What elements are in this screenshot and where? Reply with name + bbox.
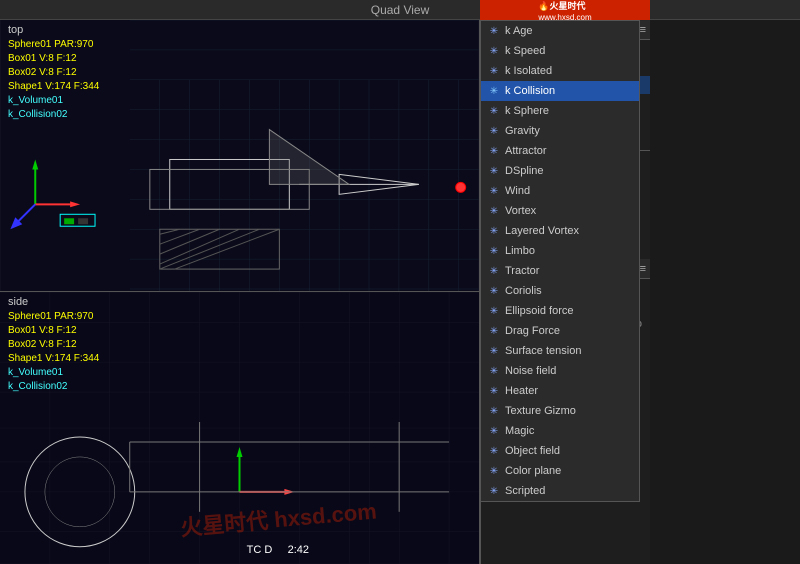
layered-vortex-icon: ✳ xyxy=(487,224,501,238)
tractor-icon: ✳ xyxy=(487,264,501,278)
object-field-icon: ✳ xyxy=(487,444,501,458)
props-list-icon[interactable]: ≡ xyxy=(640,263,646,275)
viewport-top-label: top xyxy=(8,24,23,36)
menu-item-vortex-label: Vortex xyxy=(505,205,536,217)
menu-item-heater[interactable]: ✳ Heater xyxy=(481,381,639,401)
menu-item-scripted[interactable]: ✳ Scripted xyxy=(481,481,639,501)
menu-item-k-collision-label: k Collision xyxy=(505,85,555,97)
quad-view-title: Quad View xyxy=(371,3,429,17)
brand-bar: 🔥火星时代www.hxsd.com xyxy=(480,0,650,20)
menu-item-k-speed[interactable]: ✳ k Speed xyxy=(481,41,639,61)
menu-item-limbo-label: Limbo xyxy=(505,245,535,257)
wind-icon: ✳ xyxy=(487,184,501,198)
k-isolated-icon: ✳ xyxy=(487,64,501,78)
brand-label: 🔥火星时代www.hxsd.com xyxy=(538,0,591,22)
menu-item-layered-vortex-label: Layered Vortex xyxy=(505,225,579,237)
menu-item-wind[interactable]: ✳ Wind xyxy=(481,181,639,201)
tc-display: TC D 2:42 xyxy=(247,544,309,556)
menu-item-coriolis[interactable]: ✳ Coriolis xyxy=(481,281,639,301)
menu-item-wind-label: Wind xyxy=(505,185,530,197)
menu-item-texture-gizmo[interactable]: ✳ Texture Gizmo xyxy=(481,401,639,421)
menu-item-layered-vortex[interactable]: ✳ Layered Vortex xyxy=(481,221,639,241)
coriolis-icon: ✳ xyxy=(487,284,501,298)
surface-tension-icon: ✳ xyxy=(487,344,501,358)
menu-item-color-plane-label: Color plane xyxy=(505,465,561,477)
k-sphere-icon: ✳ xyxy=(487,104,501,118)
menu-item-dspline-label: DSpline xyxy=(505,165,544,177)
k-collision-icon: ✳ xyxy=(487,84,501,98)
scripted-icon: ✳ xyxy=(487,484,501,498)
color-plane-icon: ✳ xyxy=(487,464,501,478)
menu-item-scripted-label: Scripted xyxy=(505,485,545,497)
menu-item-k-speed-label: k Speed xyxy=(505,45,545,57)
dropdown-menu: ✳ k Age ✳ k Speed ✳ k Isolated ✳ k Colli… xyxy=(480,20,640,502)
menu-item-noise-field[interactable]: ✳ Noise field xyxy=(481,361,639,381)
menu-item-drag-force[interactable]: ✳ Drag Force xyxy=(481,321,639,341)
dspline-icon: ✳ xyxy=(487,164,501,178)
menu-item-gravity-label: Gravity xyxy=(505,125,540,137)
attractor-icon: ✳ xyxy=(487,144,501,158)
menu-item-k-sphere-label: k Sphere xyxy=(505,105,549,117)
texture-gizmo-icon: ✳ xyxy=(487,404,501,418)
vb-info-6: k_Collision02 xyxy=(8,380,99,394)
menu-item-attractor[interactable]: ✳ Attractor xyxy=(481,141,639,161)
menu-item-k-age-label: k Age xyxy=(505,25,533,37)
menu-item-tractor[interactable]: ✳ Tractor xyxy=(481,261,639,281)
vt-info-1: Sphere01 PAR:970 xyxy=(8,38,99,52)
vb-info-3: Box02 V:8 F:12 xyxy=(8,338,99,352)
menu-item-k-collision[interactable]: ✳ k Collision xyxy=(481,81,639,101)
magic-icon: ✳ xyxy=(487,424,501,438)
menu-item-k-age[interactable]: ✳ k Age xyxy=(481,21,639,41)
vb-info-5: k_Volume01 xyxy=(8,366,99,380)
menu-item-drag-force-label: Drag Force xyxy=(505,325,560,337)
vt-info-3: Box02 V:8 F:12 xyxy=(8,66,99,80)
vortex-icon: ✳ xyxy=(487,204,501,218)
menu-item-attractor-label: Attractor xyxy=(505,145,547,157)
drag-force-icon: ✳ xyxy=(487,324,501,338)
vb-info-2: Box01 V:8 F:12 xyxy=(8,324,99,338)
limbo-icon: ✳ xyxy=(487,244,501,258)
k-speed-icon: ✳ xyxy=(487,44,501,58)
k-age-icon: ✳ xyxy=(487,24,501,38)
vt-info-5: k_Volume01 xyxy=(8,94,99,108)
menu-item-heater-label: Heater xyxy=(505,385,538,397)
menu-item-k-isolated-label: k Isolated xyxy=(505,65,552,77)
viewport-bottom-label: side xyxy=(8,296,28,308)
menu-item-object-field[interactable]: ✳ Object field xyxy=(481,441,639,461)
menu-item-noise-field-label: Noise field xyxy=(505,365,556,377)
menu-item-object-field-label: Object field xyxy=(505,445,560,457)
vt-info-4: Shape1 V:174 F:344 xyxy=(8,80,99,94)
vt-info-6: k_Collision02 xyxy=(8,108,99,122)
vb-info-4: Shape1 V:174 F:344 xyxy=(8,352,99,366)
menu-item-k-isolated[interactable]: ✳ k Isolated xyxy=(481,61,639,81)
menu-item-k-sphere[interactable]: ✳ k Sphere xyxy=(481,101,639,121)
vb-info-1: Sphere01 PAR:970 xyxy=(8,310,99,324)
ellipsoid-force-icon: ✳ xyxy=(487,304,501,318)
menu-item-vortex[interactable]: ✳ Vortex xyxy=(481,201,639,221)
menu-item-magic[interactable]: ✳ Magic xyxy=(481,421,639,441)
menu-item-texture-gizmo-label: Texture Gizmo xyxy=(505,405,576,417)
menu-item-surface-tension[interactable]: ✳ Surface tension xyxy=(481,341,639,361)
viewport-top-info: Sphere01 PAR:970 Box01 V:8 F:12 Box02 V:… xyxy=(8,38,99,122)
menu-item-limbo[interactable]: ✳ Limbo xyxy=(481,241,639,261)
menu-item-dspline[interactable]: ✳ DSpline xyxy=(481,161,639,181)
menu-item-ellipsoid-force-label: Ellipsoid force xyxy=(505,305,573,317)
top-bar: Quad View _ × xyxy=(0,0,800,20)
menu-item-surface-tension-label: Surface tension xyxy=(505,345,581,357)
viewport-bottom-info: Sphere01 PAR:970 Box01 V:8 F:12 Box02 V:… xyxy=(8,310,99,394)
heater-icon: ✳ xyxy=(487,384,501,398)
menu-item-color-plane[interactable]: ✳ Color plane xyxy=(481,461,639,481)
viewport-top[interactable]: top Sphere01 PAR:970 Box01 V:8 F:12 Box0… xyxy=(0,20,480,292)
main-layout: top Sphere01 PAR:970 Box01 V:8 F:12 Box0… xyxy=(0,20,800,564)
menu-item-gravity[interactable]: ✳ Gravity xyxy=(481,121,639,141)
vt-info-2: Box01 V:8 F:12 xyxy=(8,52,99,66)
gravity-icon: ✳ xyxy=(487,124,501,138)
menu-item-magic-label: Magic xyxy=(505,425,534,437)
menu-item-ellipsoid-force[interactable]: ✳ Ellipsoid force xyxy=(481,301,639,321)
scene-list-icon[interactable]: ≡ xyxy=(640,24,646,36)
noise-field-icon: ✳ xyxy=(487,364,501,378)
menu-item-coriolis-label: Coriolis xyxy=(505,285,542,297)
left-panel: top Sphere01 PAR:970 Box01 V:8 F:12 Box0… xyxy=(0,20,480,564)
menu-item-tractor-label: Tractor xyxy=(505,265,539,277)
